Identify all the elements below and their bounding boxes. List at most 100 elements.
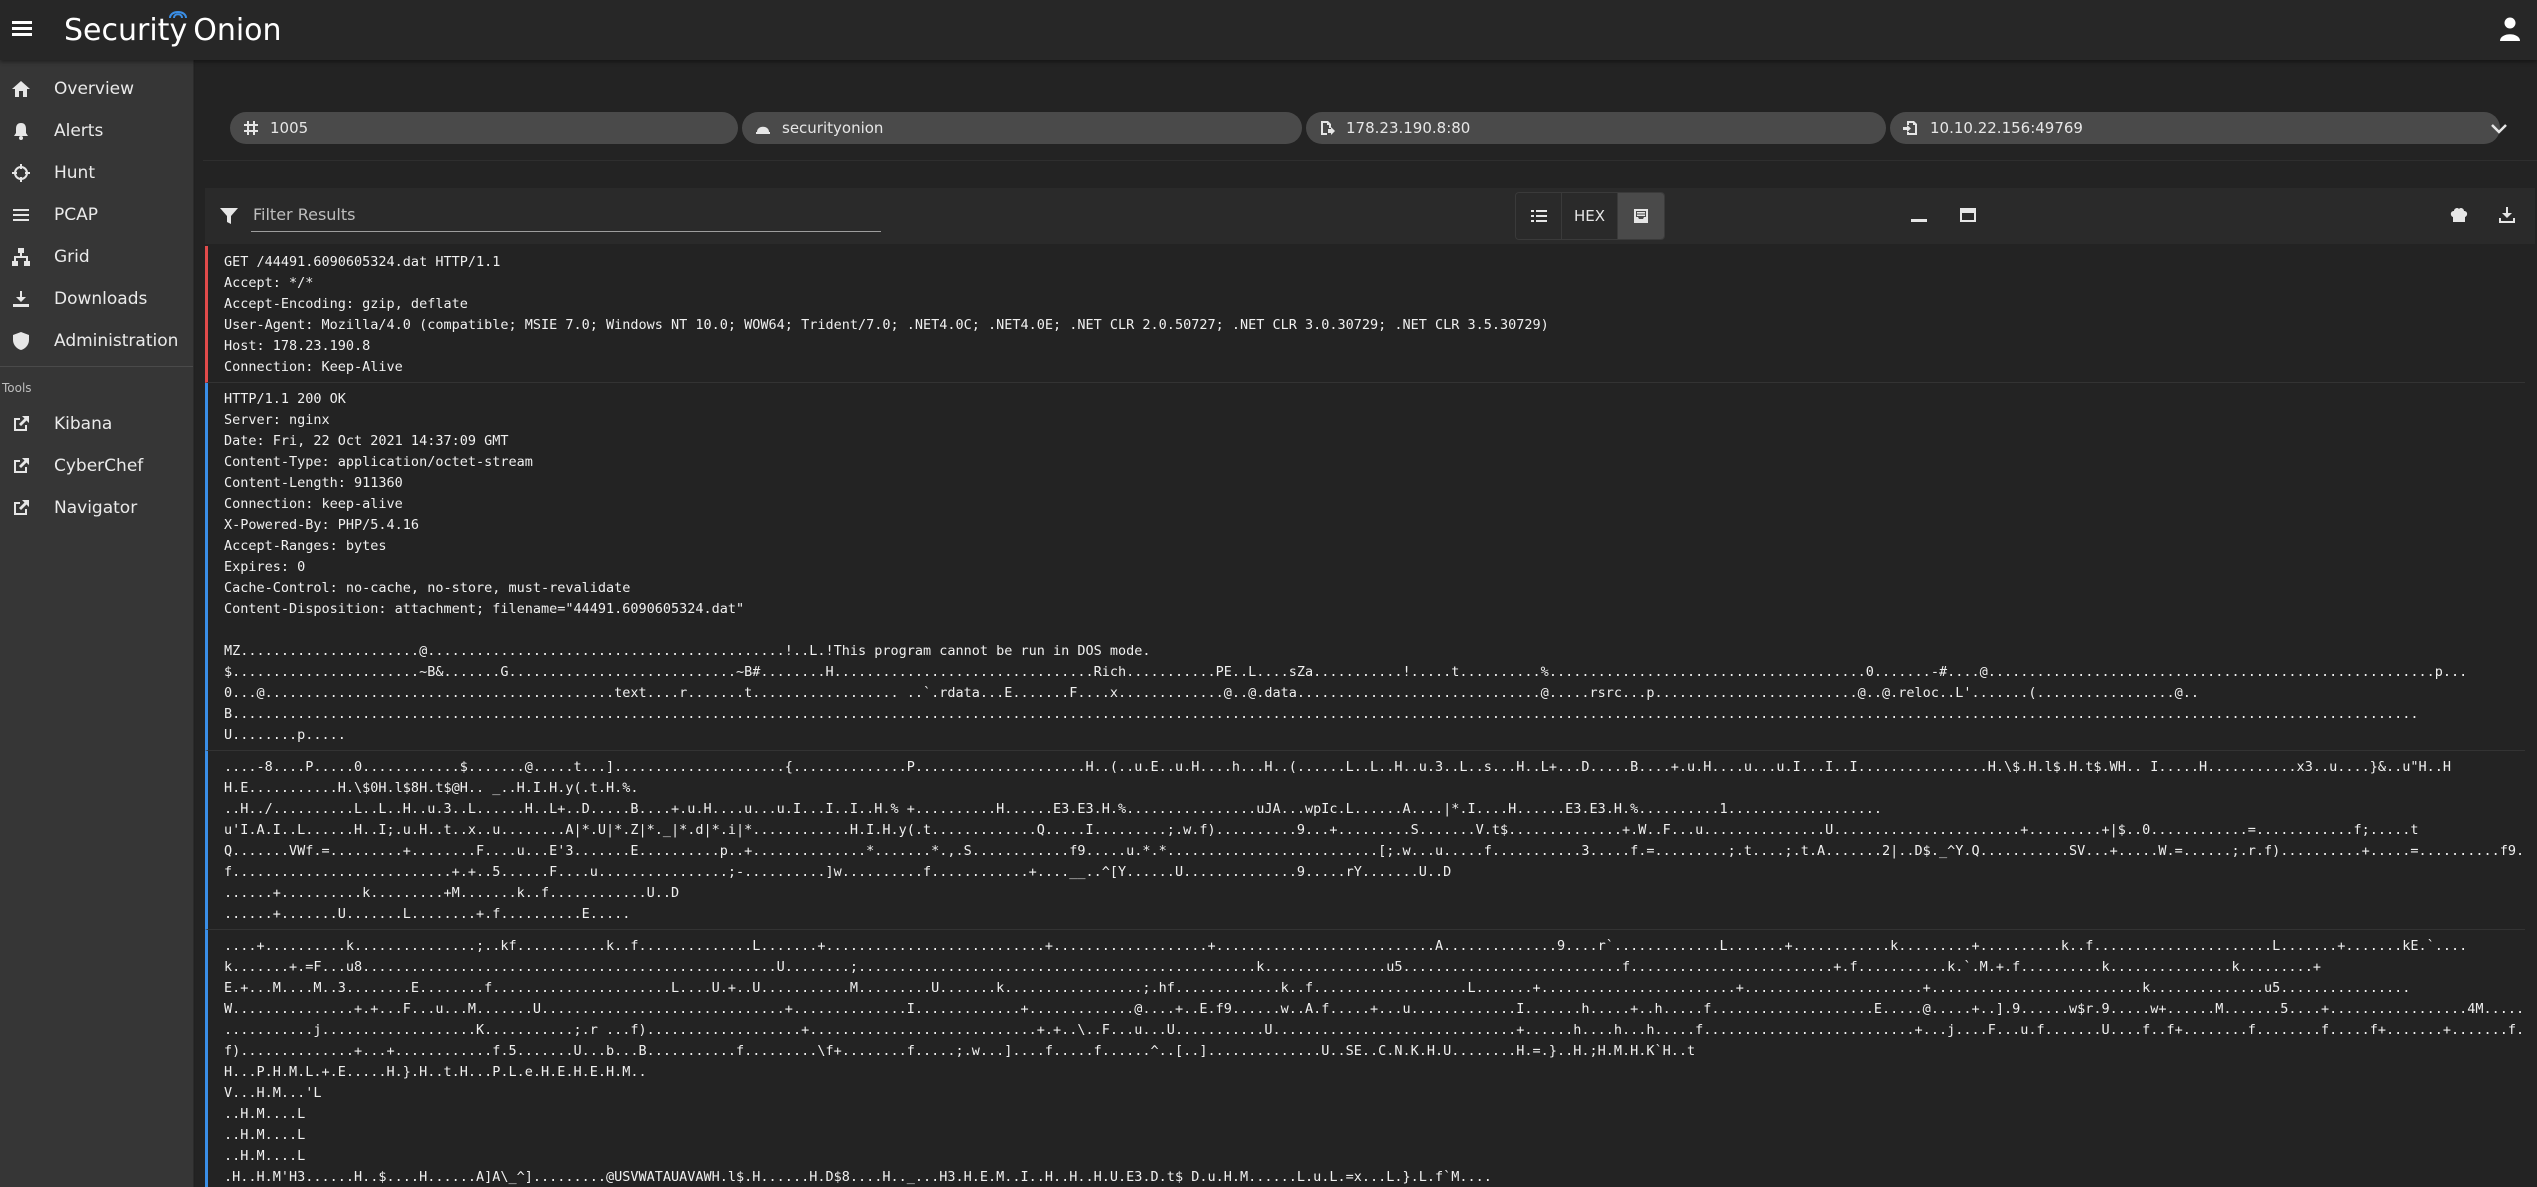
onion-swirl-icon bbox=[169, 11, 187, 19]
sidebar-item-hunt[interactable]: Hunt bbox=[0, 152, 193, 194]
app-bar: Security Onion bbox=[0, 0, 2537, 60]
sidebar-item-label: PCAP bbox=[54, 205, 99, 225]
transcript-line: ...........j...................K........… bbox=[224, 1022, 2525, 1038]
list-icon bbox=[1530, 210, 1547, 222]
connection-chips: 1005 securityonion 178.23.190.8:80 10.10… bbox=[230, 110, 2520, 146]
shield-icon bbox=[10, 330, 32, 352]
destination-file-icon bbox=[1902, 119, 1920, 137]
transcript-line: Content-Disposition: attachment; filenam… bbox=[224, 601, 745, 617]
transcript-line: k.......+.=F...u8.......................… bbox=[224, 959, 2321, 975]
transcript-line: Host: 178.23.190.8 bbox=[224, 338, 371, 354]
cyberchef-button[interactable] bbox=[2448, 204, 2470, 226]
request-block: GET /44491.6090605324.dat HTTP/1.1 Accept… bbox=[205, 246, 2525, 383]
data-block: ....+..........k...............;..kf....… bbox=[205, 930, 2525, 1187]
sitemap-icon bbox=[10, 246, 32, 268]
sidebar-item-cyberchef[interactable]: CyberChef bbox=[0, 445, 193, 487]
sensor-icon bbox=[754, 119, 772, 137]
home-icon bbox=[10, 78, 32, 100]
menu-icon[interactable] bbox=[12, 18, 32, 40]
hex-view-button[interactable]: HEX bbox=[1562, 193, 1618, 239]
sidebar-divider bbox=[0, 366, 193, 367]
response-block: HTTP/1.1 200 OK Server: nginx Date: Fri, 2… bbox=[205, 383, 2525, 751]
transcript-line: Q.......VWf.=.........+........F....u...… bbox=[224, 843, 2525, 859]
tools-section-label: Tools bbox=[2, 381, 32, 395]
sidebar-item-label: Navigator bbox=[54, 498, 138, 518]
chip-source[interactable]: 178.23.190.8:80 bbox=[1306, 112, 1886, 144]
sidebar-item-alerts[interactable]: Alerts bbox=[0, 110, 193, 152]
transcript-line: Accept-Ranges: bytes bbox=[224, 538, 387, 554]
transcript-line: HTTP/1.1 200 OK bbox=[224, 391, 346, 407]
transcript-line: Server: nginx bbox=[224, 412, 330, 428]
sidebar-item-label: Downloads bbox=[54, 289, 148, 309]
brand-word-onion: Onion bbox=[193, 12, 282, 48]
transcript-line: f)..............+...+............f.5....… bbox=[224, 1043, 1696, 1059]
transcript-line: Connection: keep-alive bbox=[224, 496, 403, 512]
download-icon bbox=[2499, 207, 2515, 223]
user-account-icon[interactable] bbox=[2499, 16, 2521, 42]
transcript-line: ......+..........k.........+M.......k..f… bbox=[224, 885, 680, 901]
source-file-icon bbox=[1318, 119, 1336, 137]
transcript-line: ..H.M....L bbox=[224, 1148, 306, 1164]
window-icon bbox=[1960, 208, 1976, 222]
transcript-line: User-Agent: Mozilla/4.0 (compatible; MSI… bbox=[224, 317, 1549, 333]
filter-icon bbox=[220, 208, 238, 224]
external-link-icon bbox=[10, 497, 32, 519]
chevron-down-icon[interactable] bbox=[2490, 120, 2508, 138]
hash-icon bbox=[242, 119, 260, 137]
filter-results-input[interactable] bbox=[251, 198, 881, 232]
main-content: 1005 securityonion 178.23.190.8:80 10.10… bbox=[195, 60, 2537, 1187]
transcript-line: Cache-Control: no-cache, no-store, must-… bbox=[224, 580, 631, 596]
transcript-content: GET /44491.6090605324.dat HTTP/1.1 Accept… bbox=[205, 246, 2525, 1187]
transcript-line: ..H../..........L..L..H..u.3..L......H..… bbox=[224, 801, 1883, 817]
chip-sensor[interactable]: securityonion bbox=[742, 112, 1302, 144]
divider bbox=[203, 160, 2537, 161]
sidebar-item-label: Alerts bbox=[54, 121, 104, 141]
sidebar-item-navigator[interactable]: Navigator bbox=[0, 487, 193, 529]
transcript-line: Accept: */* bbox=[224, 275, 314, 291]
sidebar-item-pcap[interactable]: PCAP bbox=[0, 194, 193, 236]
sidebar-item-kibana[interactable]: Kibana bbox=[0, 403, 193, 445]
transcript-line: .H..H.M'H3......H..$....H......A]A\_^]..… bbox=[224, 1169, 1492, 1185]
list-icon bbox=[10, 204, 32, 226]
transcript-line: Accept-Encoding: gzip, deflate bbox=[224, 296, 468, 312]
sidebar-item-downloads[interactable]: Downloads bbox=[0, 278, 193, 320]
expand-button[interactable] bbox=[1957, 204, 1979, 226]
transcript-line: B.......................................… bbox=[224, 706, 2419, 722]
list-view-button[interactable] bbox=[1516, 193, 1562, 239]
chip-destination[interactable]: 10.10.22.156:49769 bbox=[1890, 112, 2500, 144]
sidebar-item-grid[interactable]: Grid bbox=[0, 236, 193, 278]
transcript-line: ..H.M....L bbox=[224, 1106, 306, 1122]
minimize-icon bbox=[1911, 219, 1927, 222]
transcript-line: f...........................+.+..5......… bbox=[224, 864, 1452, 880]
transcript-line: MZ......................@...............… bbox=[224, 643, 1151, 659]
sidebar-item-label: Grid bbox=[54, 247, 90, 267]
transcript-line: Expires: 0 bbox=[224, 559, 306, 575]
transcript-line: E.+...M....M..3........E........f.......… bbox=[224, 980, 2411, 996]
inbox-icon bbox=[1634, 209, 1648, 223]
transcript-line: 0...@...................................… bbox=[224, 685, 2200, 701]
transcript-line: u'I.A.I..L......H..I;.u.H..t..x..u......… bbox=[224, 822, 2419, 838]
crosshairs-icon bbox=[10, 162, 32, 184]
sidebar-item-administration[interactable]: Administration bbox=[0, 320, 193, 362]
view-mode-toggle: HEX bbox=[1515, 192, 1665, 240]
download-pcap-button[interactable] bbox=[2496, 204, 2518, 226]
transcript-line: Date: Fri, 22 Oct 2021 14:37:09 GMT bbox=[224, 433, 509, 449]
collapse-button[interactable] bbox=[1908, 204, 1930, 226]
transcript-view-button[interactable] bbox=[1618, 193, 1664, 239]
transcript-line: Content-Type: application/octet-stream bbox=[224, 454, 533, 470]
transcript-line: W...............+.+...F...u...M.......U.… bbox=[224, 1001, 2525, 1017]
sidebar-item-label: Administration bbox=[54, 331, 179, 351]
transcript-line: H.E...........H.\$0H.l$8H.t$@H.. _..H.I.… bbox=[224, 780, 639, 796]
sidebar-item-label: CyberChef bbox=[54, 456, 144, 476]
brand-logo[interactable]: Security Onion bbox=[64, 10, 282, 50]
chip-value: 178.23.190.8:80 bbox=[1346, 119, 1471, 137]
external-link-icon bbox=[10, 413, 32, 435]
chip-value: securityonion bbox=[782, 119, 884, 137]
transcript-line: U........p..... bbox=[224, 727, 346, 743]
transcript-line: V...H.M...'L bbox=[224, 1085, 322, 1101]
transcript-line: Connection: Keep-Alive bbox=[224, 359, 403, 375]
transcript-line: ......+.......U.......L........+.f......… bbox=[224, 906, 631, 922]
data-block: ....-8....P.....0............$.......@..… bbox=[205, 751, 2525, 930]
sidebar-item-overview[interactable]: Overview bbox=[0, 68, 193, 110]
chip-id[interactable]: 1005 bbox=[230, 112, 738, 144]
